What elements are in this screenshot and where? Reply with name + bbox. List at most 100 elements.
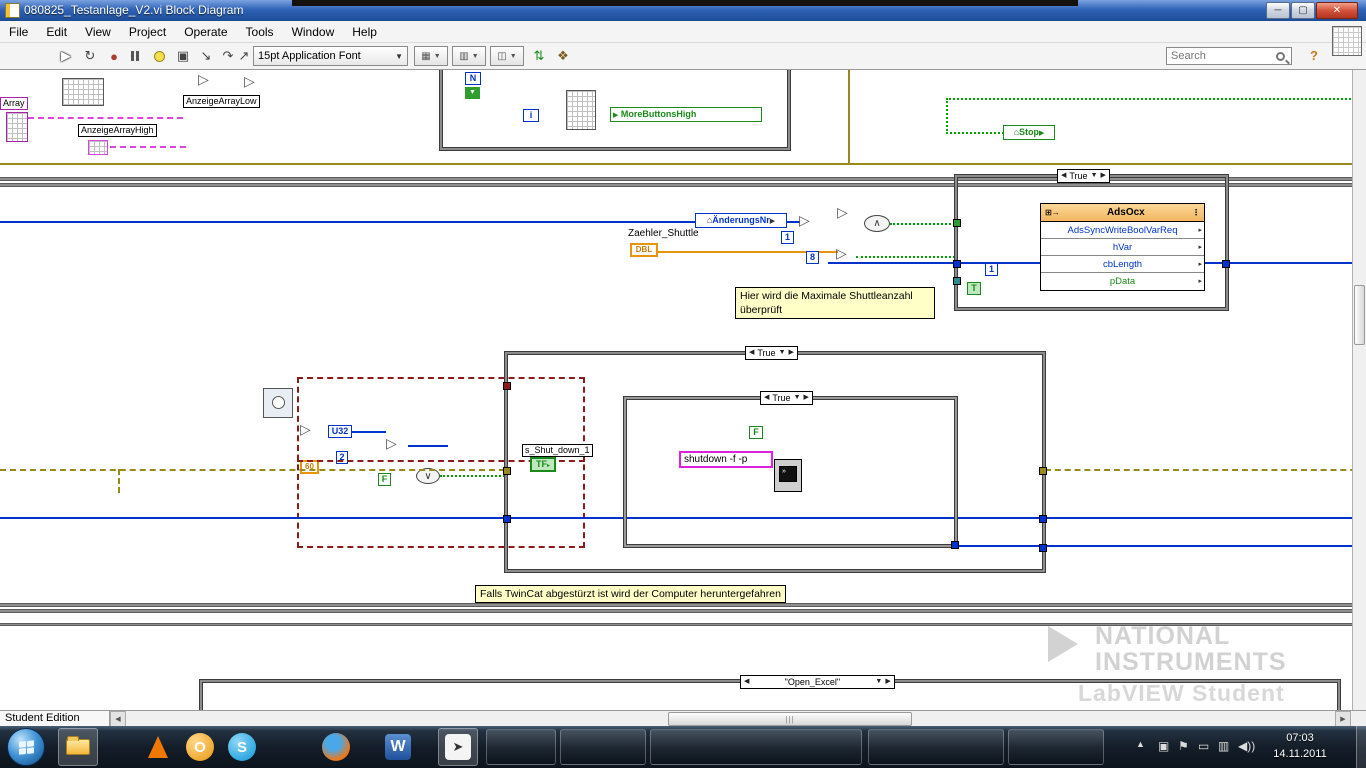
false-constant-inner[interactable]: F	[749, 426, 763, 439]
comment-box[interactable]: Falls TwinCat abgestürzt ist wird der Co…	[475, 585, 786, 603]
for-loop-structure[interactable]: N ▼ i ▶ MoreButtonsHigh	[440, 70, 790, 150]
tunnel[interactable]	[1039, 467, 1047, 475]
comparison-node-icon[interactable]: ▷	[198, 72, 209, 86]
case-selector[interactable]: ◀ True ▼ ▶	[1057, 169, 1110, 183]
display-tray-icon[interactable]: ▭	[1198, 739, 1209, 753]
maximize-button[interactable]: ▢	[1291, 2, 1315, 19]
tunnel[interactable]	[953, 219, 961, 227]
show-hidden-icons-button[interactable]: ▲	[1136, 739, 1145, 749]
show-desktop-button[interactable]	[1356, 726, 1366, 768]
case-next-icon[interactable]: ▶	[804, 392, 809, 404]
minimize-button[interactable]: ─	[1266, 2, 1290, 19]
align-objects-dropdown[interactable]: ▦ ▼	[414, 46, 448, 66]
invoke-method-row[interactable]: AdsSyncWriteBoolVarReq ▸	[1041, 222, 1204, 239]
scroll-right-button[interactable]: ▶	[1335, 711, 1351, 727]
block-diagram-canvas[interactable]: Array AnzeigeArrayLow AnzeigeArrayHigh ▷…	[0, 70, 1366, 710]
increment-node-icon[interactable]: ▷	[799, 213, 810, 227]
taskbar-outlook-button[interactable]: O	[180, 728, 220, 766]
vertical-scrollbar-thumb[interactable]	[1354, 285, 1365, 345]
taskbar-window-button[interactable]	[560, 729, 646, 765]
taskbar-vlc-button[interactable]	[138, 728, 178, 766]
stop-local-variable[interactable]: ⌂Stop▶	[1003, 125, 1055, 140]
cluster-terminal-icon[interactable]	[88, 140, 108, 155]
shutdown-string-constant[interactable]: shutdown -f -p	[679, 451, 773, 468]
cluster-array-constant-icon[interactable]	[6, 112, 28, 142]
chevron-down-icon[interactable]: ▼	[794, 392, 801, 404]
invoke-param-row[interactable]: cbLength ▸	[1041, 256, 1204, 273]
tunnel[interactable]	[951, 541, 959, 549]
case-prev-icon[interactable]: ◀	[744, 676, 749, 688]
menu-project[interactable]: Project	[120, 21, 175, 43]
taskbar-window-button[interactable]	[1008, 729, 1104, 765]
taskbar-explorer-button[interactable]	[58, 728, 98, 766]
tunnel[interactable]	[953, 277, 961, 285]
case-structure-adsocx[interactable]: ◀ True ▼ ▶ 1 T ⊞→ AdsOcx ⋮ AdsSyncWriteB…	[953, 169, 1230, 310]
tunnel[interactable]	[1222, 260, 1230, 268]
pause-button[interactable]	[124, 45, 146, 67]
tunnel[interactable]	[503, 467, 511, 475]
distribute-objects-dropdown[interactable]: ▥ ▼	[452, 46, 486, 66]
taskbar-window-button[interactable]	[486, 729, 556, 765]
step-out-button[interactable]: ↗	[233, 45, 255, 67]
case-structure-inner[interactable]: ◀ True ▼ ▶ F shutdown -f -p »	[624, 391, 959, 549]
action-center-flag-icon[interactable]: ⚑	[1178, 739, 1189, 753]
case-next-icon[interactable]: ▶	[885, 676, 890, 688]
case-selector[interactable]: ◀ True ▼ ▶	[745, 346, 798, 360]
highlight-execution-button[interactable]	[148, 45, 170, 67]
tunnel[interactable]	[953, 260, 961, 268]
boolean-terminal-tf[interactable]: TF▸	[530, 457, 556, 472]
menu-file[interactable]: File	[0, 21, 37, 43]
case-prev-icon[interactable]: ◀	[1061, 170, 1066, 182]
and-node[interactable]: ∧	[864, 215, 890, 232]
constant-1[interactable]: 1	[781, 231, 794, 244]
zaehler-shuttle-label[interactable]: Zaehler_Shuttle	[628, 228, 699, 240]
case-next-icon[interactable]: ▶	[789, 347, 794, 359]
search-icon[interactable]	[1276, 51, 1285, 61]
menu-tools[interactable]: Tools	[237, 21, 283, 43]
taskbar-firefox-button[interactable]	[316, 728, 356, 766]
cleanup-diagram-button[interactable]: ❖	[552, 45, 574, 67]
constant-1[interactable]: 1	[985, 263, 998, 276]
chevron-down-icon[interactable]: ▼	[779, 347, 786, 359]
close-button[interactable]: ✕	[1316, 2, 1358, 19]
scroll-left-button[interactable]: ◀	[110, 711, 126, 727]
true-constant[interactable]: T	[967, 282, 981, 295]
run-continuous-button[interactable]: ↻	[79, 45, 101, 67]
loop-iteration-terminal[interactable]: i	[523, 109, 539, 122]
case-selector[interactable]: ◀ "Open_Excel" ▼ ▶	[740, 675, 895, 689]
search-input[interactable]	[1167, 50, 1276, 62]
menu-help[interactable]: Help	[343, 21, 386, 43]
retain-wire-values-button[interactable]: ▣	[172, 45, 194, 67]
case-structure-shutdown[interactable]: ◀ True ▼ ▶ s_Shut_down_1 TF▸ ◀ True ▼ ▶ …	[503, 346, 1047, 572]
taskbar-window-button[interactable]	[868, 729, 1004, 765]
anzeige-array-high-label[interactable]: AnzeigeArrayHigh	[78, 124, 157, 137]
adsocx-invoke-node[interactable]: ⊞→ AdsOcx ⋮ AdsSyncWriteBoolVarReq ▸ hVar…	[1040, 203, 1205, 291]
invoke-param-row[interactable]: pData ▸	[1041, 273, 1204, 290]
step-into-button[interactable]: ↘	[195, 45, 217, 67]
menu-view[interactable]: View	[76, 21, 120, 43]
invoke-param-row[interactable]: hVar ▸	[1041, 239, 1204, 256]
font-selector[interactable]: 15pt Application Font ▼	[253, 46, 408, 66]
abort-button[interactable]: ●	[103, 45, 125, 67]
menu-edit[interactable]: Edit	[37, 21, 76, 43]
resize-objects-dropdown[interactable]: ◫ ▼	[490, 46, 524, 66]
taskbar-window-button[interactable]	[650, 729, 862, 765]
taskbar-labview-button[interactable]: ➤	[438, 728, 478, 766]
taskbar-skype-button[interactable]: S	[222, 728, 262, 766]
taskbar-word-button[interactable]: W	[378, 728, 418, 766]
comment-box[interactable]: Hier wird die Maximale Shuttleanzahl übe…	[735, 287, 935, 319]
aenderungsnr-local-variable[interactable]: ⌂ÄnderungsNr▶	[695, 213, 787, 228]
menu-operate[interactable]: Operate	[175, 21, 236, 43]
taskbar-clock[interactable]: 07:03 14.11.2011	[1262, 730, 1338, 762]
reorder-button[interactable]: ⇅	[528, 45, 550, 67]
chevron-down-icon[interactable]: ▼	[875, 676, 882, 688]
more-buttons-high-indicator[interactable]: ▶ MoreButtonsHigh	[610, 107, 762, 122]
constant-8[interactable]: 8	[806, 251, 819, 264]
case-selector[interactable]: ◀ True ▼ ▶	[760, 391, 813, 405]
horizontal-scrollbar-thumb[interactable]: |||	[668, 712, 912, 726]
case-structure-open-excel[interactable]: ◀ "Open_Excel" ▼ ▶	[200, 675, 1340, 710]
chevron-down-icon[interactable]: ▼	[1091, 170, 1098, 182]
case-prev-icon[interactable]: ◀	[764, 392, 769, 404]
title-bar[interactable]: 080825_Testanlage_V2.vi Block Diagram ─ …	[0, 0, 1366, 21]
update-tray-icon[interactable]: ▣	[1158, 739, 1169, 753]
